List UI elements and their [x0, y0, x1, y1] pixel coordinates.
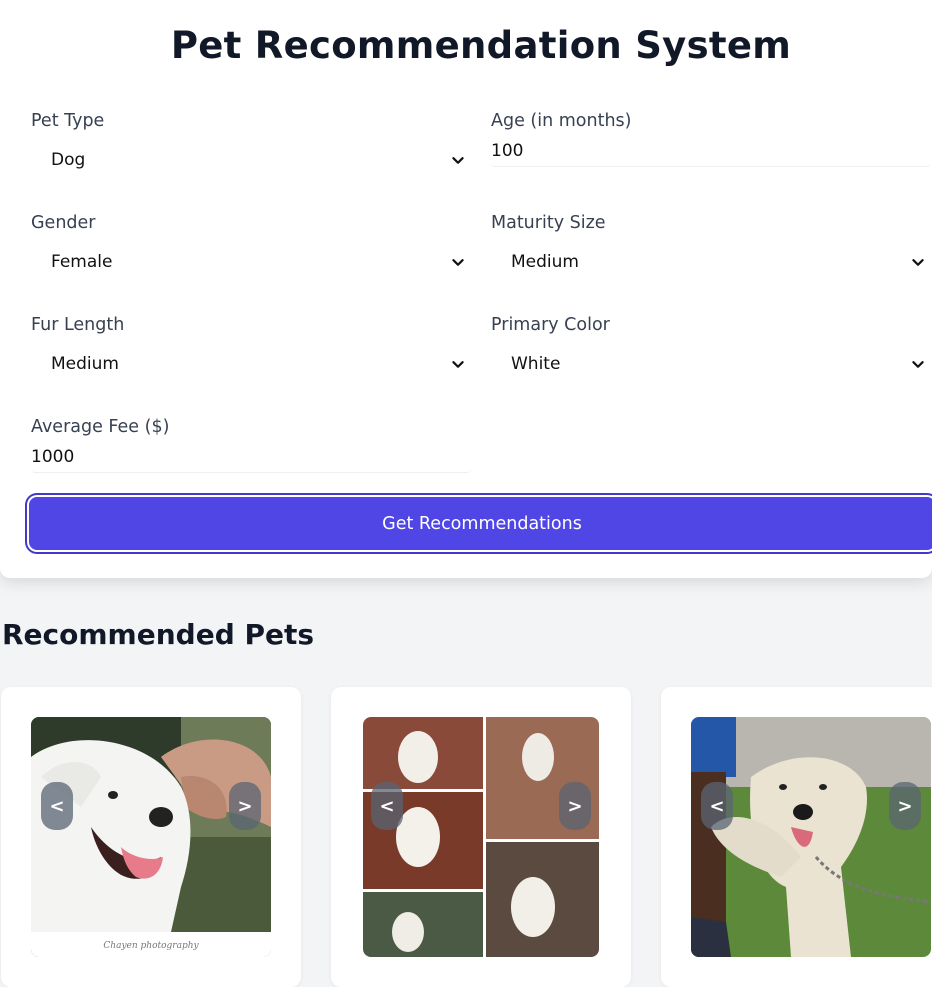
next-photo-button[interactable]: > [559, 782, 591, 830]
maturity-size-value: Medium [511, 252, 579, 272]
fur-length-value: Medium [51, 354, 119, 374]
chevron-down-icon [452, 157, 464, 164]
fur-length-select[interactable]: Medium [31, 344, 471, 384]
pet-photo: Chayen photography [31, 717, 271, 957]
fur-length-label: Fur Length [31, 315, 125, 335]
age-label: Age (in months) [491, 111, 632, 131]
page-title: Pet Recommendation System [170, 24, 792, 67]
chevron-down-icon [912, 259, 924, 266]
primary-color-value: White [511, 354, 561, 374]
pet-type-value: Dog [51, 150, 86, 170]
next-photo-button[interactable]: > [889, 782, 921, 830]
pet-card[interactable]: < > [331, 687, 631, 987]
maturity-size-select[interactable]: Medium [491, 242, 931, 282]
gender-value: Female [51, 252, 113, 272]
gender-label: Gender [31, 213, 96, 233]
primary-color-label: Primary Color [491, 315, 610, 335]
pet-type-select[interactable]: Dog [31, 140, 471, 180]
pet-type-label: Pet Type [31, 111, 105, 131]
pet-photo [363, 717, 599, 957]
prev-photo-button[interactable]: < [41, 782, 73, 830]
chevron-down-icon [452, 259, 464, 266]
next-photo-button[interactable]: > [229, 782, 261, 830]
photo-watermark: Chayen photography [103, 941, 199, 951]
pet-card[interactable]: < > [661, 687, 932, 987]
search-form-card: Pet Recommendation System Pet Type Dog A… [0, 0, 932, 578]
get-recommendations-button[interactable]: Get Recommendations [29, 497, 932, 550]
pet-photo [691, 717, 931, 957]
chevron-down-icon [912, 361, 924, 368]
recommended-pets-heading: Recommended Pets [2, 618, 315, 651]
pet-card[interactable]: Chayen photography < > [1, 687, 301, 987]
average-fee-input[interactable]: 1000 [31, 441, 471, 473]
maturity-size-label: Maturity Size [491, 213, 606, 233]
chevron-down-icon [452, 361, 464, 368]
primary-color-select[interactable]: White [491, 344, 931, 384]
average-fee-label: Average Fee ($) [31, 417, 170, 437]
prev-photo-button[interactable]: < [371, 782, 403, 830]
gender-select[interactable]: Female [31, 242, 471, 282]
age-input[interactable]: 100 [491, 135, 931, 167]
prev-photo-button[interactable]: < [701, 782, 733, 830]
